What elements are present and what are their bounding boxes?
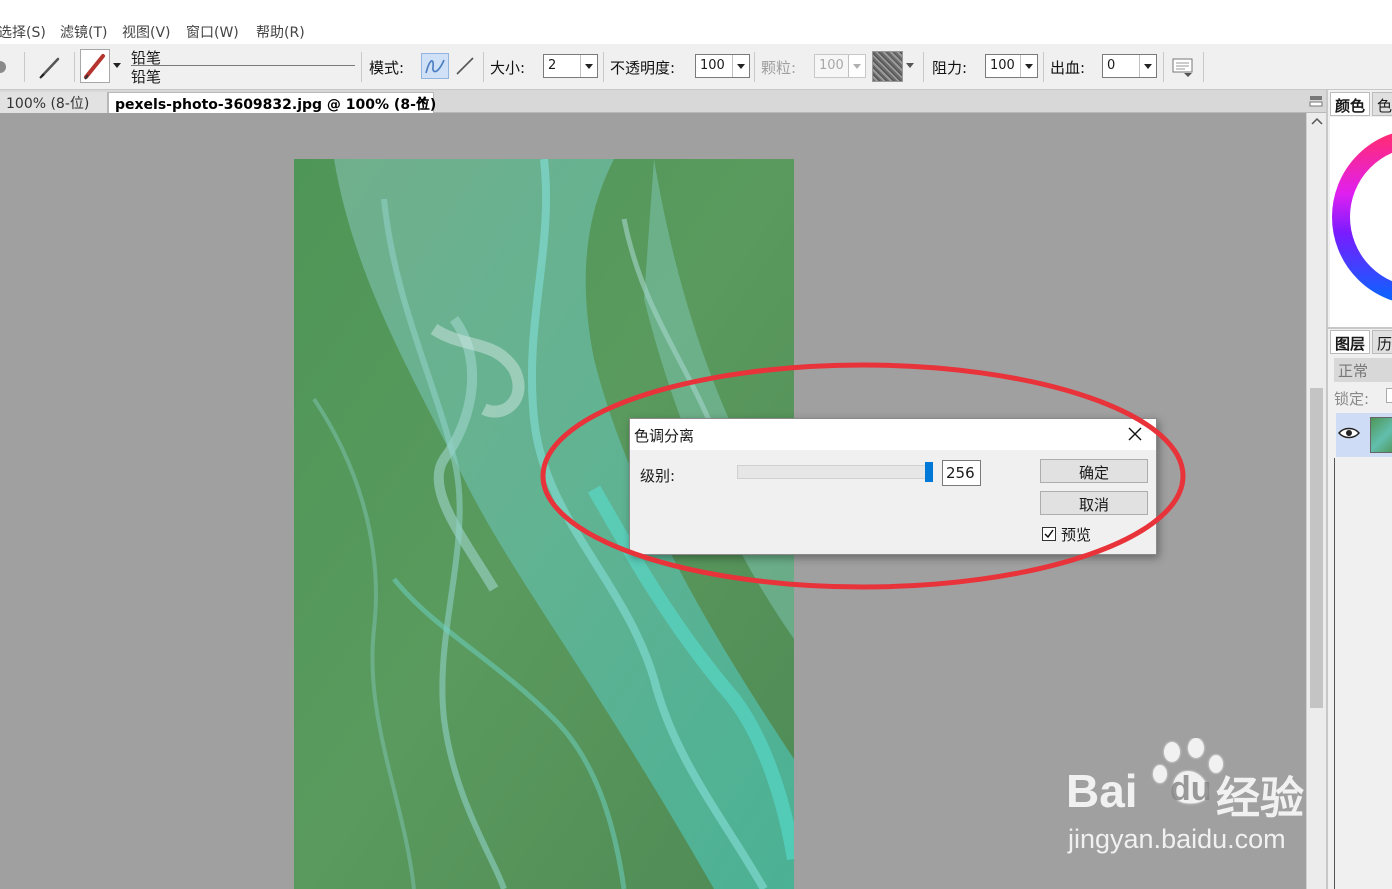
size-value: 2 bbox=[548, 58, 557, 73]
right-panel-dock: 颜色 色 图层 历 正常 锁定: bbox=[1326, 90, 1392, 889]
ok-button[interactable]: 确定 bbox=[1040, 459, 1148, 483]
resist-value: 100 bbox=[990, 58, 1015, 73]
opacity-value: 100 bbox=[700, 58, 725, 73]
tab-label: pexels-photo-3609832.jpg @ 100% (8-位) bbox=[115, 97, 437, 113]
close-icon[interactable] bbox=[1128, 427, 1142, 441]
size-combo[interactable]: 2 bbox=[543, 54, 598, 78]
tab-color-set[interactable]: 色 bbox=[1372, 92, 1392, 116]
tab-history[interactable]: 历 bbox=[1372, 330, 1392, 354]
freehand-stroke-icon bbox=[425, 59, 445, 74]
menu-filter[interactable]: 滤镜(T) bbox=[60, 22, 107, 42]
bleed-label: 出血: bbox=[1050, 59, 1086, 77]
grain-combo: 100 bbox=[814, 54, 866, 78]
opacity-combo[interactable]: 100 bbox=[695, 54, 750, 78]
checkmark-icon bbox=[1044, 529, 1054, 539]
tab-close-icon[interactable]: × bbox=[416, 93, 428, 109]
toolbar-separator bbox=[1043, 52, 1044, 82]
toolbar-separator bbox=[361, 52, 362, 82]
paper-dropdown-arrow-icon[interactable] bbox=[905, 62, 915, 70]
eye-visibility-icon[interactable] bbox=[1338, 426, 1360, 440]
menu-window[interactable]: 窗口(W) bbox=[186, 22, 239, 42]
resist-label: 阻力: bbox=[932, 59, 968, 77]
mode-label: 模式: bbox=[369, 59, 405, 77]
bleed-value: 0 bbox=[1107, 58, 1116, 73]
toolbar-separator bbox=[483, 52, 484, 82]
bleed-combo[interactable]: 0 bbox=[1102, 54, 1157, 78]
toolbar-separator bbox=[1203, 52, 1204, 82]
tab-document-2[interactable]: pexels-photo-3609832.jpg @ 100% (8-位) × bbox=[108, 92, 437, 113]
chevron-down-icon[interactable] bbox=[732, 55, 749, 77]
layer-row[interactable] bbox=[1336, 413, 1392, 457]
resist-combo[interactable]: 100 bbox=[985, 54, 1038, 78]
pencil-icon bbox=[84, 54, 105, 80]
freehand-mode-button[interactable] bbox=[421, 53, 449, 79]
size-label: 大小: bbox=[490, 59, 526, 77]
dialog-title: 色调分离 bbox=[634, 427, 695, 445]
preview-checkbox[interactable] bbox=[1042, 527, 1056, 541]
level-label: 级别: bbox=[640, 467, 676, 485]
scrollbar-thumb[interactable] bbox=[1310, 388, 1323, 708]
menu-select[interactable]: 选择(S) bbox=[0, 22, 46, 42]
opacity-label: 不透明度: bbox=[610, 59, 676, 77]
brush-settings-icon[interactable] bbox=[1171, 56, 1195, 78]
tab-document-1[interactable]: 100% (8-位) bbox=[0, 92, 108, 113]
menu-view[interactable]: 视图(V) bbox=[122, 22, 171, 42]
toolbar-separator bbox=[603, 52, 604, 82]
level-slider-thumb[interactable] bbox=[925, 462, 933, 482]
toolbar-separator bbox=[74, 52, 75, 82]
toolbar-separator bbox=[754, 52, 755, 82]
straight-line-mode-icon[interactable] bbox=[453, 54, 477, 78]
tab-color[interactable]: 颜色 bbox=[1330, 92, 1371, 116]
layers-list-border bbox=[1334, 458, 1335, 889]
grain-label: 颗粒: bbox=[761, 59, 797, 77]
toolbar-separator bbox=[1163, 52, 1164, 82]
color-wheel[interactable] bbox=[1330, 117, 1392, 327]
layer-thumbnail bbox=[1370, 417, 1392, 453]
canvas-vertical-scrollbar[interactable] bbox=[1306, 113, 1326, 889]
lock-checkbox[interactable] bbox=[1386, 388, 1392, 403]
tab-layers[interactable]: 图层 bbox=[1330, 330, 1371, 354]
chevron-down-icon[interactable] bbox=[580, 55, 597, 77]
toolbar-separator bbox=[923, 52, 924, 82]
dialog-title-bar[interactable]: 色调分离 bbox=[630, 419, 1156, 450]
chevron-down-icon[interactable] bbox=[1139, 55, 1156, 77]
brush-preset-button[interactable] bbox=[80, 49, 110, 83]
menu-help[interactable]: 帮助(R) bbox=[256, 22, 305, 42]
grain-value: 100 bbox=[819, 58, 844, 73]
lock-label: 锁定: bbox=[1334, 390, 1370, 408]
toolbar-separator bbox=[24, 52, 25, 82]
tool-name-divider bbox=[131, 65, 355, 66]
paper-texture-swatch[interactable] bbox=[872, 51, 903, 82]
color-wheel-panel bbox=[1330, 117, 1392, 327]
scroll-up-icon[interactable] bbox=[1311, 117, 1323, 125]
tool-options-bar: 铅笔 铅笔 模式: 大小: 2 不透明度: 100 颗粒: 100 阻力: 10… bbox=[0, 44, 1392, 90]
app-window: 选择(S) 滤镜(T) 视图(V) 窗口(W) 帮助(R) 铅笔 铅笔 模式: bbox=[0, 0, 1392, 889]
preview-label: 预览 bbox=[1061, 526, 1092, 544]
blend-mode-select[interactable]: 正常 bbox=[1334, 358, 1392, 382]
panel-divider bbox=[1328, 327, 1392, 329]
menu-bar: 选择(S) 滤镜(T) 视图(V) 窗口(W) 帮助(R) bbox=[0, 0, 1392, 44]
preset-dropdown-arrow-icon[interactable] bbox=[112, 62, 122, 70]
brush-tool-icon[interactable] bbox=[38, 54, 64, 80]
partial-tool-icon[interactable] bbox=[0, 57, 10, 77]
chevron-down-icon bbox=[848, 55, 865, 77]
level-value-input[interactable]: 256 bbox=[942, 460, 981, 486]
chevron-down-icon[interactable] bbox=[1020, 55, 1037, 77]
tool-name-bottom: 铅笔 bbox=[131, 68, 162, 86]
tab-label: 100% (8-位) bbox=[6, 96, 90, 112]
cancel-button[interactable]: 取消 bbox=[1040, 491, 1148, 515]
panel-menu-icon[interactable] bbox=[1309, 94, 1323, 108]
document-tab-bar: 100% (8-位) pexels-photo-3609832.jpg @ 10… bbox=[0, 90, 1326, 113]
level-slider-track[interactable] bbox=[737, 465, 933, 479]
posterize-dialog: 色调分离 级别: 256 确定 取消 预览 bbox=[629, 418, 1157, 555]
